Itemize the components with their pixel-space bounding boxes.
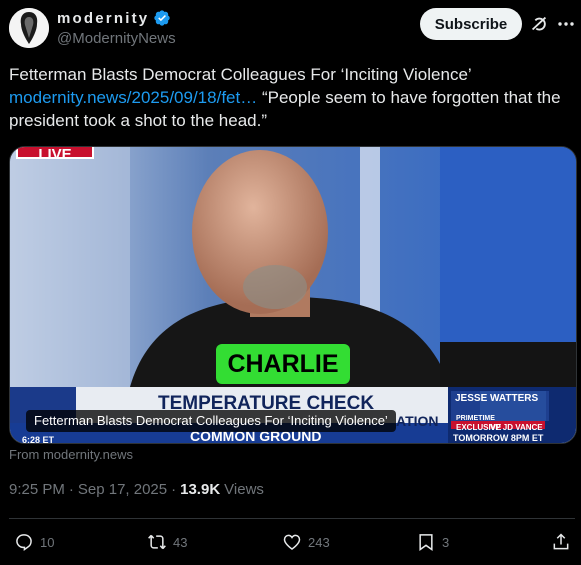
repost-count: 43 bbox=[173, 534, 188, 550]
card-source[interactable]: From modernity.news bbox=[9, 447, 133, 462]
avatar[interactable] bbox=[9, 8, 49, 48]
promo-primetime: PRIMETIME bbox=[456, 415, 495, 422]
grok-icon-svg bbox=[531, 16, 547, 31]
heart-icon bbox=[283, 534, 301, 551]
tweet-meta: 9:25 PM · Sep 17, 2025 · 13.9K Views bbox=[9, 481, 264, 498]
avatar-logo-icon bbox=[9, 8, 49, 48]
bookmark-count: 3 bbox=[442, 534, 450, 550]
meta-separator: · bbox=[68, 481, 74, 498]
promo-time: TOMORROW 8PM ET bbox=[453, 433, 544, 443]
bookmark-button[interactable]: 3 bbox=[416, 531, 449, 553]
share-button[interactable] bbox=[551, 531, 571, 553]
reply-icon bbox=[16, 534, 32, 551]
display-name[interactable]: modernity bbox=[57, 10, 149, 27]
bookmark-icon bbox=[419, 534, 433, 551]
chyron-right-text: ATION bbox=[396, 413, 439, 429]
card-title-overlay: Fetterman Blasts Democrat Colleagues For… bbox=[26, 410, 396, 432]
tweet-link[interactable]: modernity.news/2025/09/18/fet… bbox=[9, 88, 257, 107]
promo-guest: VP JD VANCE bbox=[490, 423, 543, 432]
like-button[interactable]: 243 bbox=[282, 531, 330, 553]
grok-icon[interactable] bbox=[528, 13, 550, 35]
divider bbox=[9, 518, 575, 519]
like-count: 243 bbox=[308, 534, 330, 550]
account-handle[interactable]: @ModernityNews bbox=[57, 30, 176, 47]
tweet-headline: Fetterman Blasts Democrat Colleagues For… bbox=[9, 65, 472, 84]
overlay-caption: CHARLIE bbox=[216, 344, 350, 384]
tweet-time[interactable]: 9:25 PM bbox=[9, 481, 65, 498]
tweet-text: Fetterman Blasts Democrat Colleagues For… bbox=[9, 63, 574, 132]
repost-icon bbox=[148, 534, 166, 550]
views-count: 13.9K bbox=[180, 481, 221, 498]
link-card-media[interactable]: LIVE CHARLIE TEMPERATURE CHECK ATION COM… bbox=[9, 146, 577, 444]
subscribe-button[interactable]: Subscribe bbox=[420, 8, 522, 40]
verified-badge-icon bbox=[154, 10, 170, 26]
more-dots-icon bbox=[558, 22, 574, 26]
broadcast-clock: 6:28 ET bbox=[22, 435, 55, 444]
tweet-date[interactable]: Sep 17, 2025 bbox=[78, 481, 167, 498]
live-badge: LIVE bbox=[16, 147, 94, 163]
repost-button[interactable]: 43 bbox=[147, 531, 187, 553]
reply-count: 10 bbox=[40, 534, 55, 550]
reply-button[interactable]: 10 bbox=[14, 531, 54, 553]
views-label: Views bbox=[224, 481, 264, 498]
tweet-post: modernity @ModernityNews Subscribe Fette… bbox=[0, 0, 581, 565]
meta-separator: · bbox=[171, 481, 177, 498]
more-icon[interactable] bbox=[556, 13, 576, 35]
promo-show-name: JESSE WATTERS bbox=[455, 393, 539, 404]
account-name-row[interactable]: modernity bbox=[57, 9, 171, 27]
share-icon bbox=[553, 533, 569, 550]
